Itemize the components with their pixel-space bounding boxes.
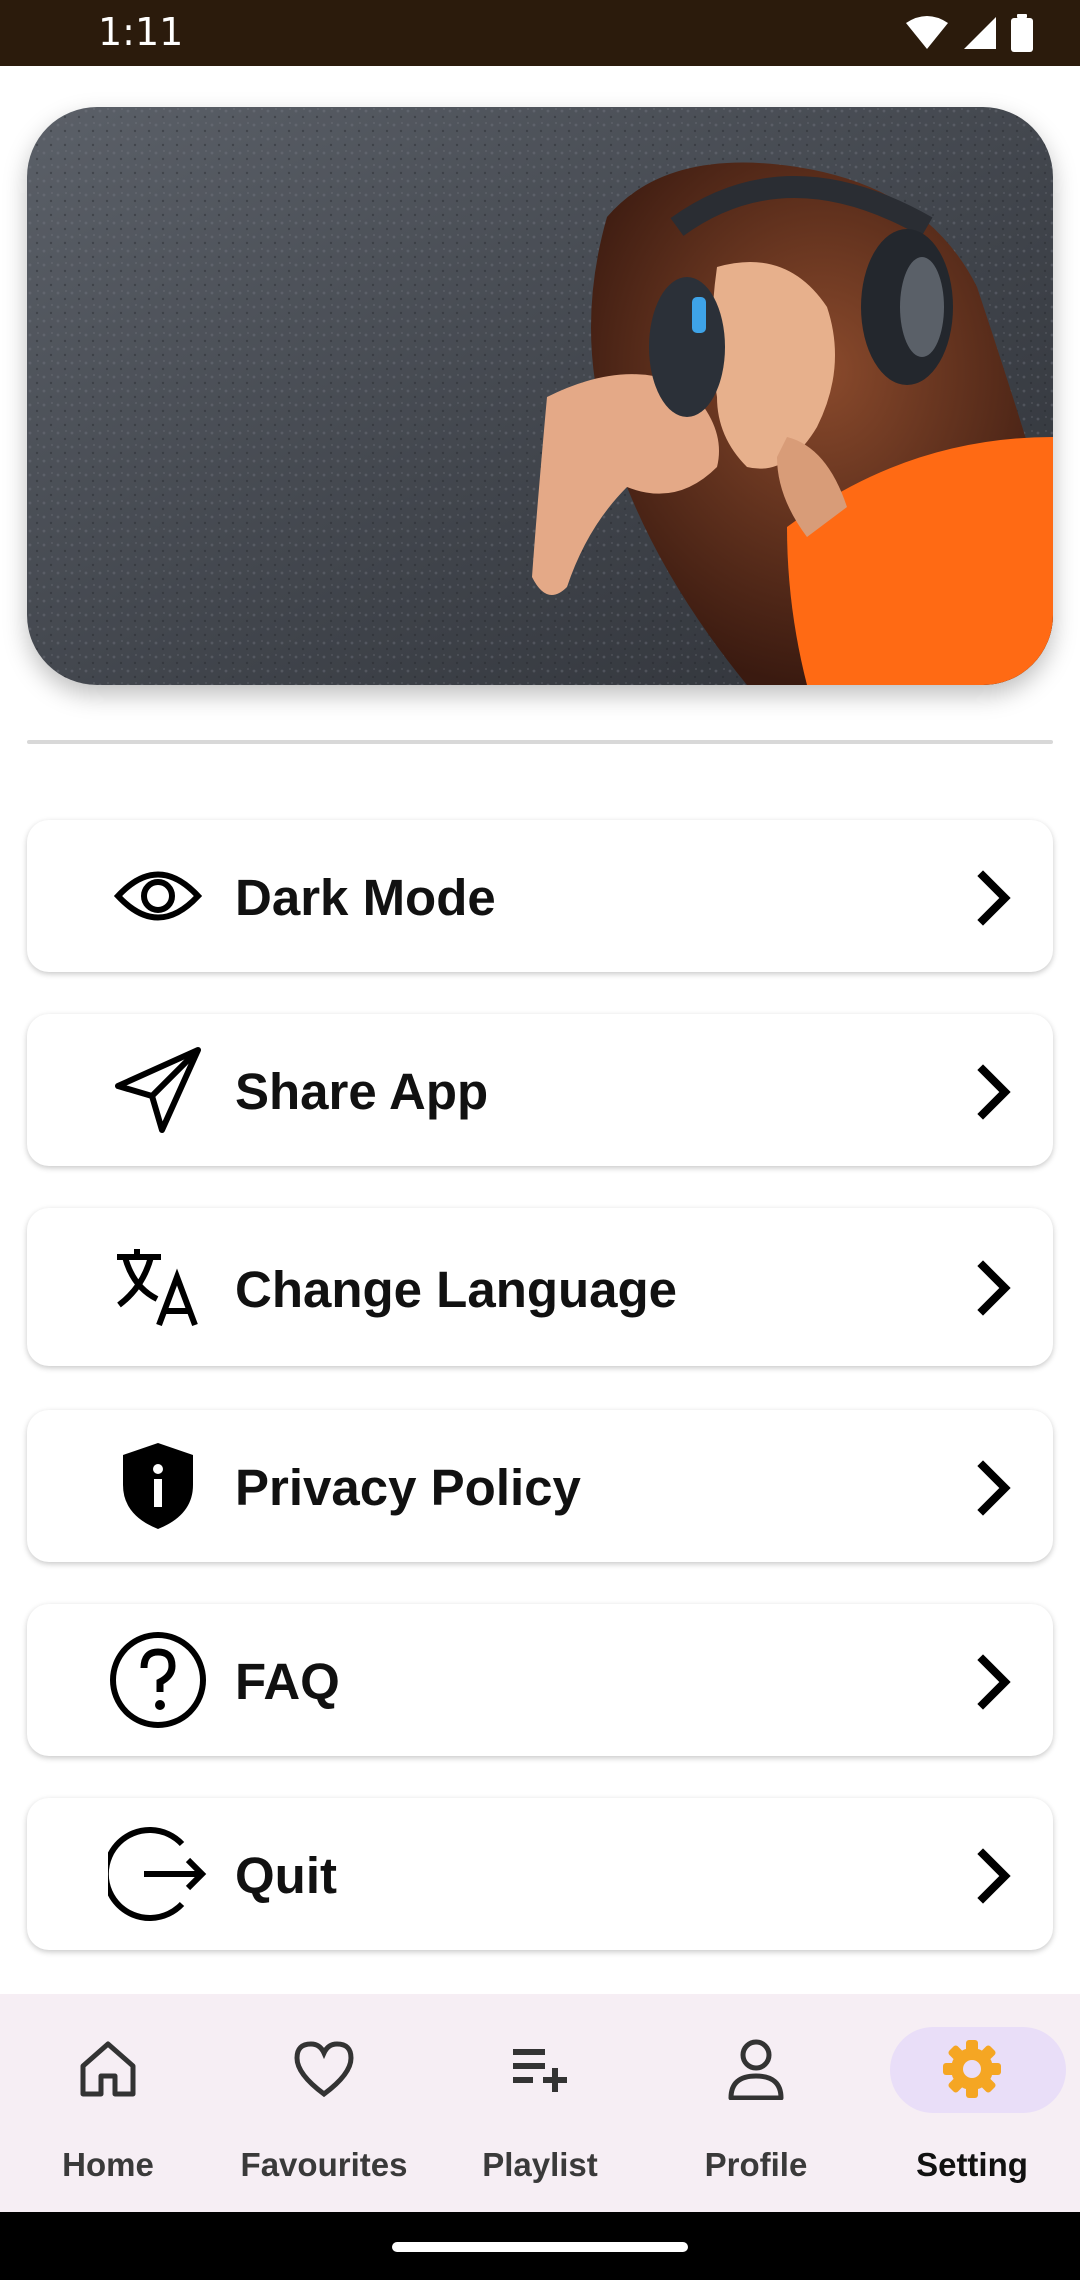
nav-label: Home <box>62 2146 154 2183</box>
nav-item-setting[interactable]: Setting <box>864 1994 1080 2212</box>
menu-item-label: Change Language <box>235 1261 678 1318</box>
divider <box>27 740 1053 744</box>
menu-item-label: Quit <box>235 1847 337 1904</box>
nav-item-profile[interactable]: Profile <box>648 1994 864 2212</box>
home-gesture-handle[interactable] <box>392 2242 688 2252</box>
chevron-right-icon <box>977 1260 1011 1316</box>
eye-icon <box>81 856 235 936</box>
send-icon <box>81 1044 235 1136</box>
menu-item-privacy-policy[interactable]: Privacy Policy <box>27 1410 1053 1562</box>
shield-icon <box>81 1440 235 1532</box>
wifi-icon <box>906 16 948 49</box>
status-bar: 1:11 <box>0 0 1080 66</box>
menu-item-faq[interactable]: FAQ <box>27 1604 1053 1756</box>
nav-item-favourites[interactable]: Favourites <box>216 1994 432 2212</box>
hero-image <box>27 107 1053 685</box>
home-icon <box>0 2034 216 2104</box>
bottom-navigation: Home Favourites Playlist Profile Setting <box>0 1994 1080 2212</box>
signal-icon <box>964 17 996 49</box>
menu-item-quit[interactable]: Quit <box>27 1798 1053 1950</box>
nav-label: Profile <box>704 2146 808 2183</box>
nav-item-home[interactable]: Home <box>0 1994 216 2212</box>
nav-label: Setting <box>916 2146 1028 2183</box>
menu-item-label: Share App <box>235 1063 489 1120</box>
chevron-right-icon <box>977 1460 1011 1516</box>
chevron-right-icon <box>977 1848 1011 1904</box>
playlist-add-icon <box>432 2034 648 2104</box>
menu-item-label: FAQ <box>235 1653 340 1710</box>
nav-item-playlist[interactable]: Playlist <box>432 1994 648 2212</box>
person-icon <box>648 2034 864 2104</box>
menu-item-label: Privacy Policy <box>235 1459 581 1516</box>
status-time: 1:11 <box>98 10 184 54</box>
heart-icon <box>216 2034 432 2104</box>
chevron-right-icon <box>977 870 1011 926</box>
battery-icon <box>1011 14 1033 52</box>
logout-icon <box>81 1822 235 1926</box>
menu-item-share-app[interactable]: Share App <box>27 1014 1053 1166</box>
chevron-right-icon <box>977 1064 1011 1120</box>
chevron-right-icon <box>977 1654 1011 1710</box>
gesture-bar <box>0 2212 1080 2280</box>
headphones-image <box>27 107 1053 685</box>
translate-icon <box>81 1246 235 1328</box>
status-icons <box>904 14 1034 52</box>
nav-label: Favourites <box>240 2146 408 2183</box>
help-icon <box>81 1628 235 1732</box>
gear-icon <box>864 2034 1080 2104</box>
menu-item-change-language[interactable]: Change Language <box>27 1208 1053 1366</box>
nav-label: Playlist <box>482 2146 598 2183</box>
menu-item-label: Dark Mode <box>235 869 496 926</box>
menu-item-dark-mode[interactable]: Dark Mode <box>27 820 1053 972</box>
